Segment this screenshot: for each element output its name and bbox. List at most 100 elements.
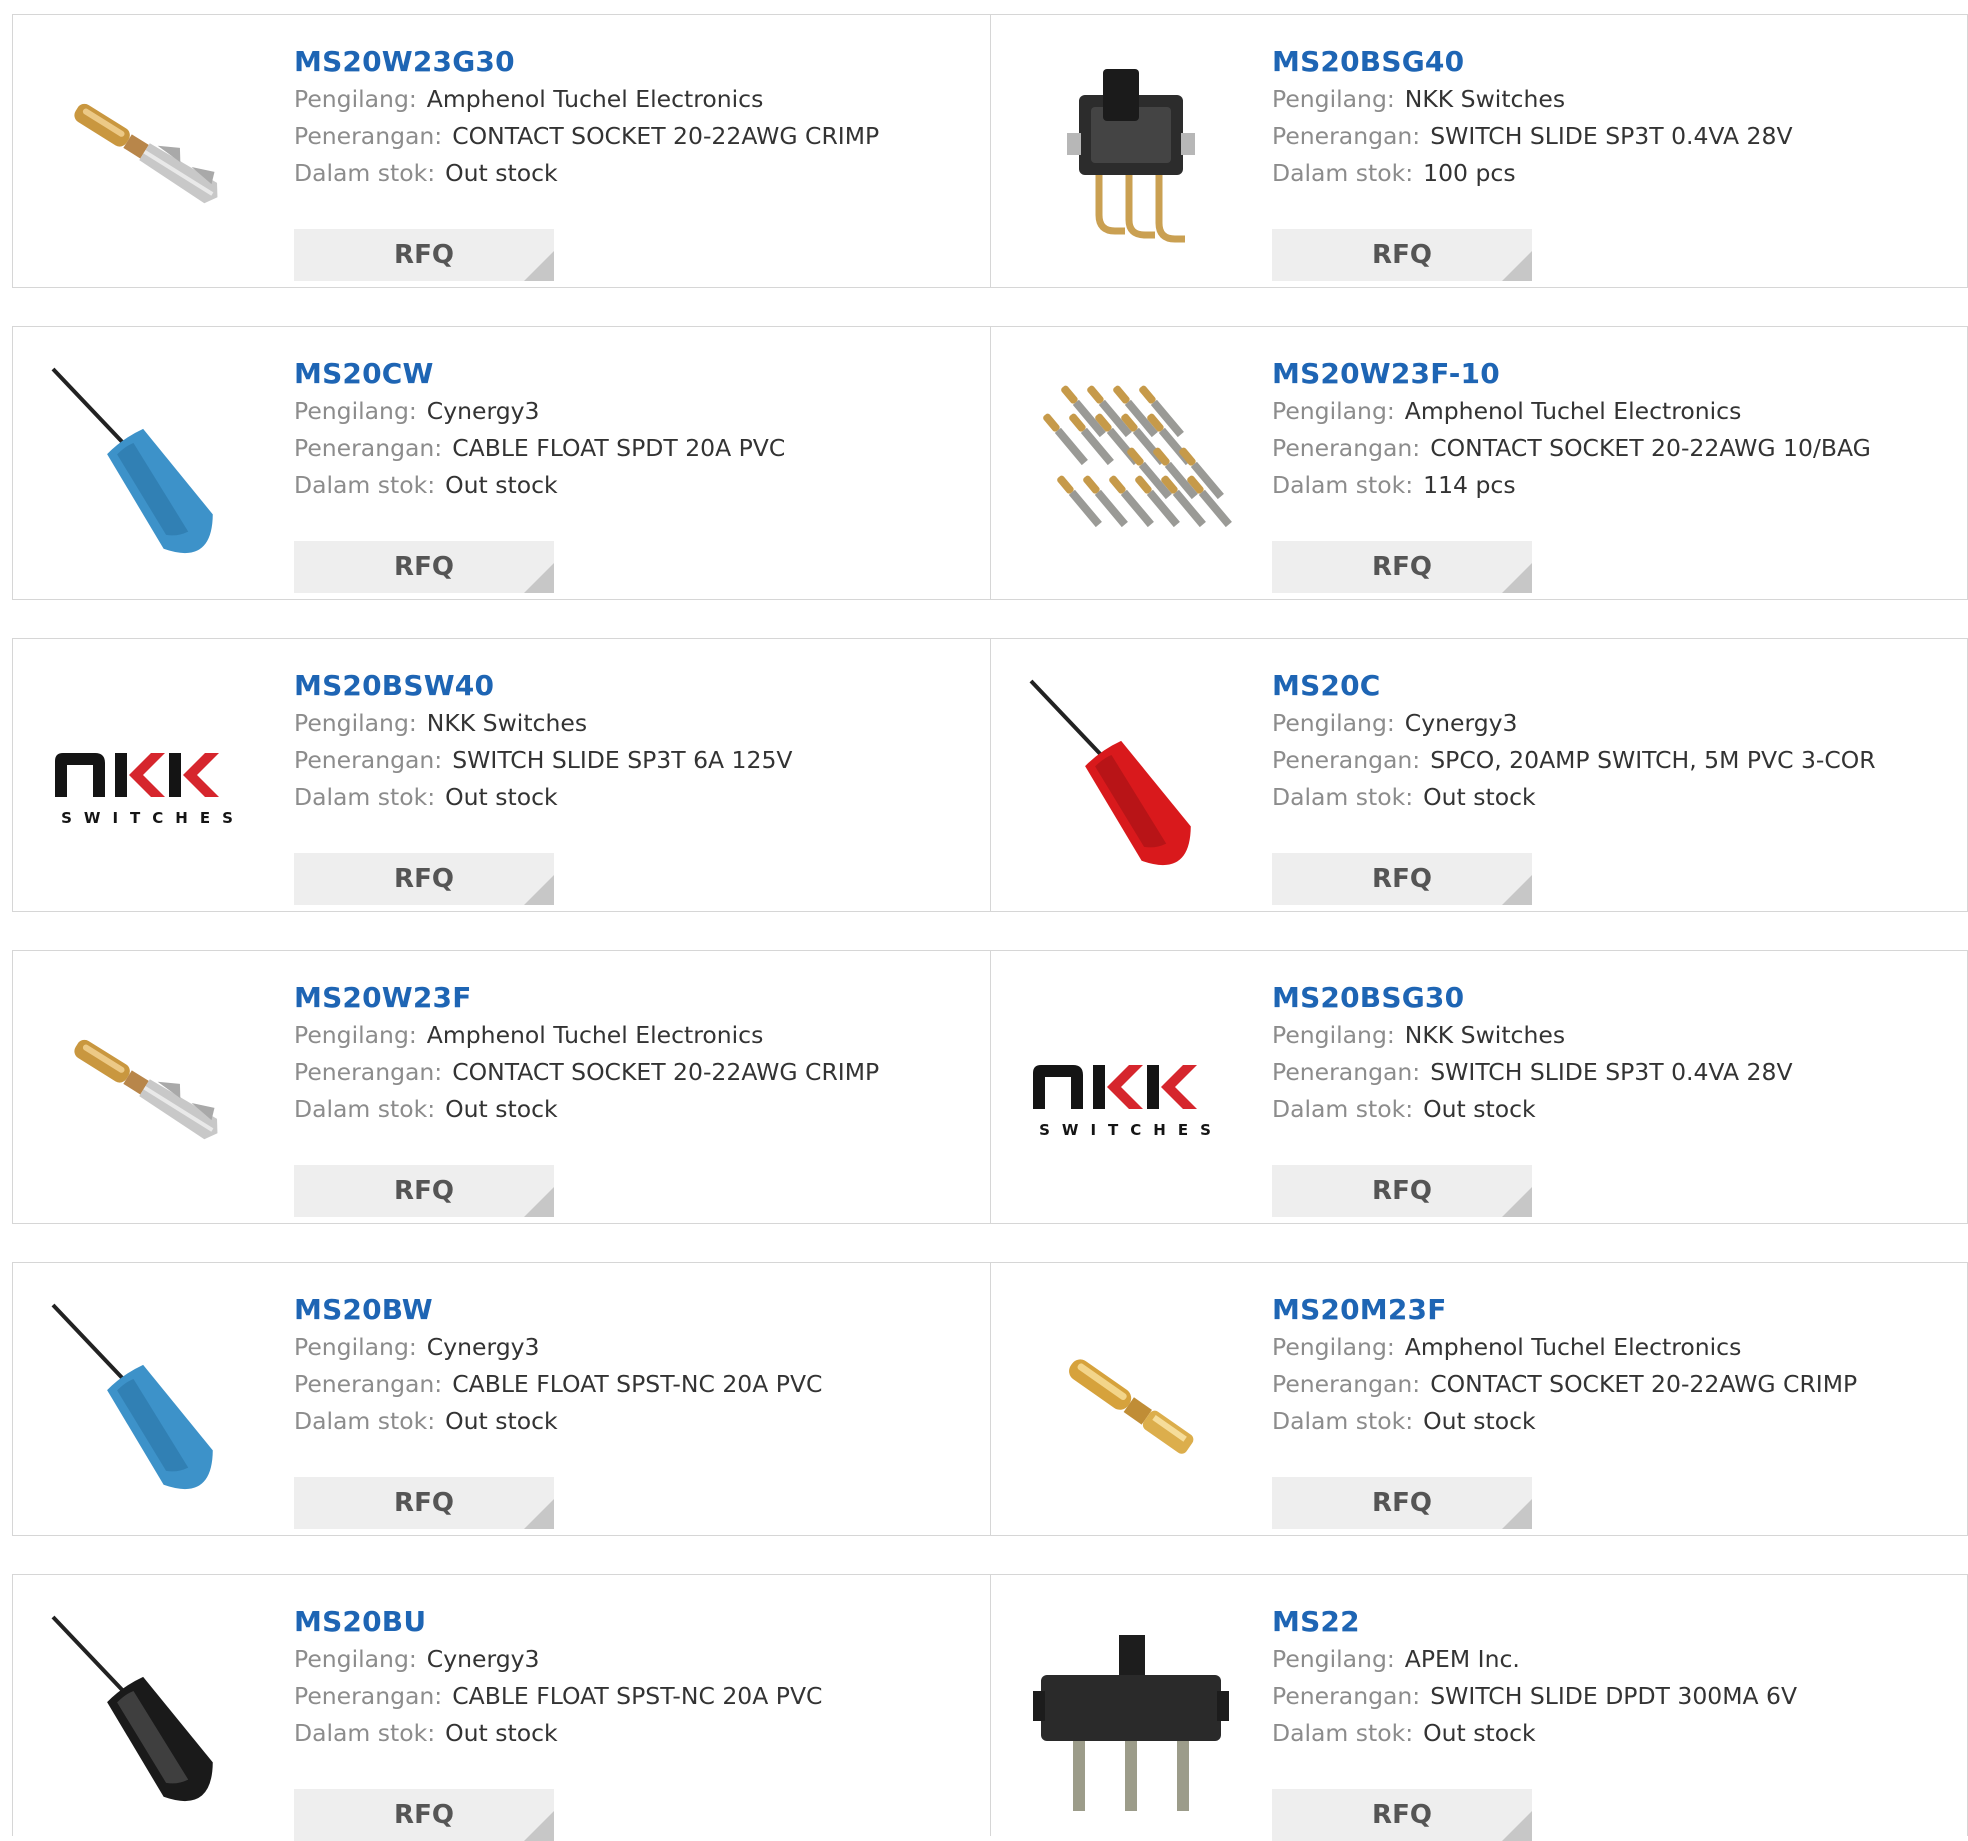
rfq-button[interactable]: RFQ	[1272, 229, 1532, 281]
slide-switch-image[interactable]	[1029, 55, 1233, 259]
manufacturer-label: Pengilang:	[294, 85, 417, 113]
stock-value: Out stock	[1423, 1407, 1536, 1435]
crimp-contact-image[interactable]	[51, 991, 255, 1195]
description-row: Penerangan: SWITCH SLIDE DPDT 300MA 6V	[1272, 1678, 1957, 1715]
crimp-contact-image[interactable]	[51, 55, 255, 259]
stock-row: Dalam stok: Out stock	[294, 1403, 980, 1440]
stock-value: Out stock	[1423, 783, 1536, 811]
rfq-button[interactable]: RFQ	[1272, 1165, 1532, 1217]
part-number-link[interactable]: MS20M23F	[1272, 1291, 1957, 1329]
part-number-link[interactable]: MS20CW	[294, 355, 980, 393]
rfq-button[interactable]: RFQ	[294, 541, 554, 593]
corner-triangle-icon	[524, 1499, 554, 1529]
black-float-switch-icon	[51, 1615, 213, 1801]
product-row: MS20W23F Pengilang: Amphenol Tuchel Elect…	[12, 950, 1968, 1224]
manufacturer-label: Pengilang:	[294, 1645, 417, 1673]
blue-float-switch-image[interactable]	[51, 1303, 255, 1507]
manufacturer-label: Pengilang:	[1272, 1021, 1395, 1049]
part-number-link[interactable]: MS20BSG40	[1272, 43, 1957, 81]
rfq-button[interactable]: RFQ	[1272, 853, 1532, 905]
part-number-link[interactable]: MS22	[1272, 1603, 1957, 1641]
product-row: MS20BW Pengilang: Cynergy3 Penerangan: CAB…	[12, 1262, 1968, 1536]
rfq-button[interactable]: RFQ	[1272, 541, 1532, 593]
description-value: SPCO, 20AMP SWITCH, 5M PVC 3-COR	[1430, 746, 1876, 774]
stock-value: Out stock	[445, 1719, 558, 1747]
nkk-logo-image[interactable]: SWITCHES	[1029, 991, 1233, 1195]
black-float-switch-image[interactable]	[51, 1615, 255, 1819]
part-number-link[interactable]: MS20BSW40	[294, 667, 980, 705]
corner-triangle-icon	[1502, 563, 1532, 593]
part-number-link[interactable]: MS20BSG30	[1272, 979, 1957, 1017]
manufacturer-value: Amphenol Tuchel Electronics	[1404, 397, 1742, 425]
product-info: MS20W23G30 Pengilang: Amphenol Tuchel Ele…	[294, 43, 980, 281]
nkk-logo-image[interactable]: SWITCHES	[51, 679, 255, 883]
part-number-link[interactable]: MS20BW	[294, 1291, 980, 1329]
manufacturer-value: APEM Inc.	[1404, 1645, 1520, 1673]
stock-label: Dalam stok:	[294, 783, 436, 811]
product-grid: MS20W23G30 Pengilang: Amphenol Tuchel Ele…	[12, 14, 1968, 1841]
blue-float-switch-image[interactable]	[51, 367, 255, 571]
description-value: SWITCH SLIDE SP3T 0.4VA 28V	[1430, 122, 1793, 150]
svg-text:SWITCHES: SWITCHES	[1039, 1121, 1223, 1139]
manufacturer-label: Pengilang:	[1272, 85, 1395, 113]
product-card: SWITCHES MS20BSG30 Pengilang: NKK Switche…	[990, 951, 1967, 1223]
stock-row: Dalam stok: Out stock	[1272, 1091, 1957, 1128]
rfq-button-label: RFQ	[394, 1488, 454, 1518]
corner-triangle-icon	[524, 1811, 554, 1841]
rfq-button-label: RFQ	[1372, 552, 1432, 582]
rfq-button[interactable]: RFQ	[294, 1789, 554, 1841]
stock-value: 100 pcs	[1423, 159, 1516, 187]
description-label: Penerangan:	[294, 1682, 443, 1710]
product-info: MS20BSW40 Pengilang: NKK Switches Peneran…	[294, 667, 980, 905]
manufacturer-row: Pengilang: NKK Switches	[1272, 1017, 1957, 1054]
stock-row: Dalam stok: Out stock	[1272, 779, 1957, 816]
part-number-link[interactable]: MS20W23F-10	[1272, 355, 1957, 393]
manufacturer-row: Pengilang: Amphenol Tuchel Electronics	[294, 81, 980, 118]
corner-triangle-icon	[1502, 1499, 1532, 1529]
red-float-switch-image[interactable]	[1029, 679, 1233, 883]
manufacturer-value: Amphenol Tuchel Electronics	[426, 85, 764, 113]
manufacturer-value: NKK Switches	[1404, 1021, 1566, 1049]
rfq-button[interactable]: RFQ	[294, 853, 554, 905]
product-info: MS22 Pengilang: APEM Inc. Penerangan: SWIT…	[1272, 1603, 1957, 1841]
manufacturer-label: Pengilang:	[1272, 709, 1395, 737]
description-row: Penerangan: CONTACT SOCKET 20-22AWG CRIMP	[1272, 1366, 1957, 1403]
part-number-link[interactable]: MS20C	[1272, 667, 1957, 705]
rfq-button-label: RFQ	[394, 864, 454, 894]
part-number-link[interactable]: MS20W23G30	[294, 43, 980, 81]
product-card: MS20M23F Pengilang: Amphenol Tuchel Elect…	[990, 1263, 1967, 1535]
product-info: MS20M23F Pengilang: Amphenol Tuchel Elect…	[1272, 1291, 1957, 1529]
manufacturer-row: Pengilang: NKK Switches	[1272, 81, 1957, 118]
manufacturer-value: NKK Switches	[426, 709, 588, 737]
description-value: CONTACT SOCKET 20-22AWG CRIMP	[452, 122, 880, 150]
manufacturer-row: Pengilang: Amphenol Tuchel Electronics	[294, 1017, 980, 1054]
rfq-button[interactable]: RFQ	[294, 1165, 554, 1217]
gold-contact-image[interactable]	[1029, 1303, 1233, 1507]
stock-row: Dalam stok: Out stock	[294, 467, 980, 504]
rfq-button-label: RFQ	[1372, 864, 1432, 894]
product-row: MS20BU Pengilang: Cynergy3 Penerangan: CAB…	[12, 1574, 1968, 1841]
product-row: MS20CW Pengilang: Cynergy3 Penerangan: CAB…	[12, 326, 1968, 600]
product-card: MS20W23G30 Pengilang: Amphenol Tuchel Ele…	[13, 15, 990, 287]
rfq-button[interactable]: RFQ	[1272, 1789, 1532, 1841]
product-info: MS20CW Pengilang: Cynergy3 Penerangan: CAB…	[294, 355, 980, 593]
stock-row: Dalam stok: Out stock	[294, 1091, 980, 1128]
description-row: Penerangan: CONTACT SOCKET 20-22AWG 10/BA…	[1272, 430, 1957, 467]
crimp-contact-icon	[74, 103, 218, 204]
rfq-button[interactable]: RFQ	[1272, 1477, 1532, 1529]
stock-label: Dalam stok:	[1272, 1719, 1414, 1747]
black-slide-switch-image[interactable]	[1029, 1615, 1233, 1819]
manufacturer-label: Pengilang:	[1272, 1333, 1395, 1361]
stock-value: 114 pcs	[1423, 471, 1516, 499]
description-row: Penerangan: CABLE FLOAT SPST-NC 20A PVC	[294, 1678, 980, 1715]
rfq-button[interactable]: RFQ	[294, 1477, 554, 1529]
description-label: Penerangan:	[294, 746, 443, 774]
part-number-link[interactable]: MS20BU	[294, 1603, 980, 1641]
blue-float-switch-icon	[51, 1303, 213, 1489]
manufacturer-row: Pengilang: NKK Switches	[294, 705, 980, 742]
contact-bag-image[interactable]	[1029, 367, 1233, 571]
rfq-button[interactable]: RFQ	[294, 229, 554, 281]
part-number-link[interactable]: MS20W23F	[294, 979, 980, 1017]
manufacturer-value: Cynergy3	[426, 397, 540, 425]
description-value: SWITCH SLIDE SP3T 6A 125V	[452, 746, 793, 774]
